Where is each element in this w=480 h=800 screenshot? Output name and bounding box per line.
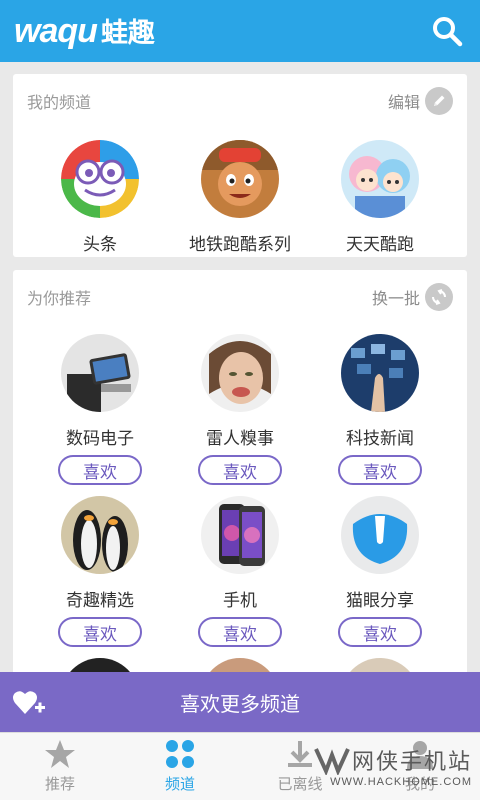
channel-item-subway[interactable]: 地铁跑酷系列	[165, 140, 315, 255]
frog-avatar	[61, 140, 139, 218]
my-channels-title: 我的频道	[27, 93, 92, 112]
edit-button[interactable]: 编辑	[388, 87, 453, 115]
like-button[interactable]: 喜欢	[338, 617, 422, 647]
bottom-tab-bar: 推荐 频道 已离线 我的	[0, 732, 480, 800]
tech-news-avatar	[341, 334, 419, 412]
refresh-label: 换一批	[371, 289, 420, 308]
pencil-icon	[425, 87, 453, 115]
grid-icon	[166, 740, 194, 768]
channel-label: 地铁跑酷系列	[189, 235, 291, 255]
channel-label: 猫眼分享	[346, 591, 414, 611]
like-button[interactable]: 喜欢	[198, 455, 282, 485]
tab-offline[interactable]: 已离线	[240, 733, 360, 800]
recommend-item-digital: 数码电子 喜欢	[25, 334, 175, 485]
subway-surfer-avatar	[201, 140, 279, 218]
person-icon	[407, 741, 433, 769]
edit-label: 编辑	[387, 93, 420, 112]
like-button[interactable]: 喜欢	[58, 617, 142, 647]
iphone-avatar	[201, 496, 279, 574]
recommend-header: 为你推荐 换一批	[13, 270, 467, 324]
recommend-title: 为你推荐	[27, 289, 92, 308]
logo-text-cn: 蛙趣	[100, 18, 155, 49]
tab-mine[interactable]: 我的	[360, 733, 480, 800]
recommend-item-cateye: 猫眼分享 喜欢	[305, 496, 455, 647]
star-icon	[45, 740, 75, 768]
digital-avatar	[61, 334, 139, 412]
channel-label: 雷人糗事	[206, 429, 274, 449]
search-button[interactable]	[430, 14, 464, 48]
recommend-item-funny: 雷人糗事 喜欢	[165, 334, 315, 485]
channel-label: 头条	[83, 235, 117, 255]
tab-recommend[interactable]: 推荐	[0, 733, 120, 800]
search-icon	[433, 17, 463, 47]
top-app-bar: waqu 蛙趣	[0, 0, 480, 62]
recommend-item-phone: 手机 喜欢	[165, 496, 315, 647]
recommend-card: 为你推荐 换一批 数码电子 喜欢 雷人糗事 喜欢 科技新闻 喜欢 奇趣精选 喜欢…	[13, 270, 467, 690]
channel-label: 奇趣精选	[66, 591, 134, 611]
recommend-item-curious: 奇趣精选 喜欢	[25, 496, 175, 647]
cateye-avatar	[341, 496, 419, 574]
logo-text-en: waqu	[14, 12, 98, 50]
more-channels-banner[interactable]: 喜欢更多频道	[0, 672, 480, 732]
tiantian-kupao-avatar	[341, 140, 419, 218]
like-button[interactable]: 喜欢	[198, 617, 282, 647]
channel-label: 数码电子	[66, 429, 134, 449]
channel-label: 天天酷跑	[346, 235, 414, 255]
my-channels-card: 我的频道 编辑 头条 地铁跑酷系列 天天酷跑	[13, 74, 467, 257]
app-logo: waqu 蛙趣	[14, 11, 155, 51]
tab-label: 已离线	[277, 775, 323, 793]
my-channels-header: 我的频道 编辑	[13, 74, 467, 128]
funny-face-avatar	[201, 334, 279, 412]
channel-item-tiantian[interactable]: 天天酷跑	[305, 140, 455, 255]
more-channels-label: 喜欢更多频道	[180, 691, 300, 716]
heart-plus-icon	[13, 691, 45, 714]
channel-label: 手机	[223, 591, 257, 611]
like-button[interactable]: 喜欢	[58, 455, 142, 485]
penguins-avatar	[61, 496, 139, 574]
refresh-icon	[425, 283, 453, 311]
download-icon	[288, 741, 312, 767]
tab-label: 频道	[164, 775, 195, 793]
tab-label: 我的	[404, 775, 435, 793]
recommend-item-tech: 科技新闻 喜欢	[305, 334, 455, 485]
tab-label: 推荐	[44, 775, 75, 793]
tab-channels[interactable]: 频道	[120, 733, 240, 800]
channel-item-toutiao[interactable]: 头条	[25, 140, 175, 255]
refresh-button[interactable]: 换一批	[372, 283, 453, 311]
like-button[interactable]: 喜欢	[338, 455, 422, 485]
channel-label: 科技新闻	[346, 429, 414, 449]
